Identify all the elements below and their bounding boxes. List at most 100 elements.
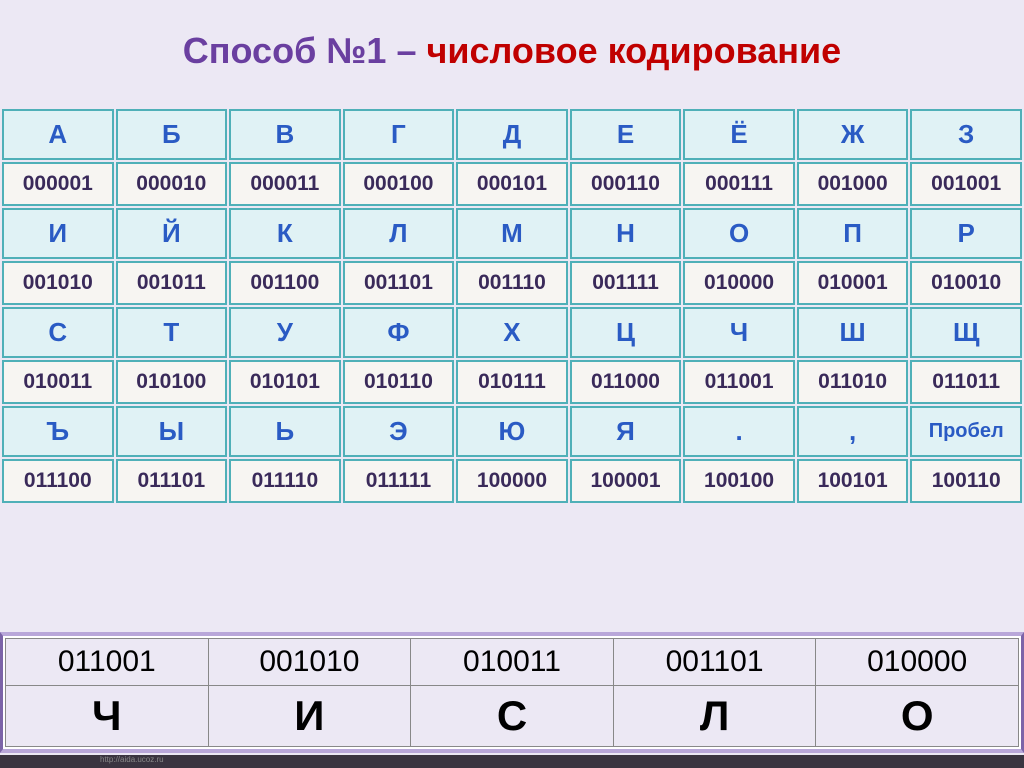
letter-cell: Ы [116,406,228,457]
code-cell: 100001 [570,459,682,503]
example-code: 010000 [816,639,1019,686]
letter-cell: С [2,307,114,358]
letter-cell: Пробел [910,406,1022,457]
code-cell: 011001 [683,360,795,404]
letter-cell: Ш [797,307,909,358]
letter-cell: Б [116,109,228,160]
code-cell: 100100 [683,459,795,503]
code-cell: 001100 [229,261,341,305]
letter-cell: , [797,406,909,457]
code-cell: 010100 [116,360,228,404]
letter-cell: Г [343,109,455,160]
code-cell: 010010 [910,261,1022,305]
letter-cell: . [683,406,795,457]
letter-cell: М [456,208,568,259]
letter-cell: К [229,208,341,259]
code-cell: 000111 [683,162,795,206]
code-cell: 100000 [456,459,568,503]
letter-cell: Х [456,307,568,358]
table-row: 000001 000010 000011 000100 000101 00011… [2,162,1022,206]
code-cell: 011100 [2,459,114,503]
code-cell: 001001 [910,162,1022,206]
code-cell: 100101 [797,459,909,503]
example-code: 011001 [6,639,209,686]
code-cell: 100110 [910,459,1022,503]
letter-cell: Ю [456,406,568,457]
code-cell: 011110 [229,459,341,503]
example-table: 011001 001010 010011 001101 010000 Ч И С… [5,638,1019,747]
example-panel: 011001 001010 010011 001101 010000 Ч И С… [0,632,1024,753]
code-cell: 001111 [570,261,682,305]
encoding-table: А Б В Г Д Е Ё Ж З 000001 000010 000011 0… [0,107,1024,505]
letter-cell: Ц [570,307,682,358]
slide: Способ №1 – числовое кодирование А Б В Г… [0,0,1024,768]
code-cell: 000100 [343,162,455,206]
table-row: С Т У Ф Х Ц Ч Ш Щ [2,307,1022,358]
code-cell: 000110 [570,162,682,206]
code-cell: 011010 [797,360,909,404]
letter-cell: П [797,208,909,259]
code-cell: 010101 [229,360,341,404]
code-cell: 011111 [343,459,455,503]
code-cell: 001010 [2,261,114,305]
letter-cell: Е [570,109,682,160]
slide-title: Способ №1 – числовое кодирование [0,30,1024,72]
letter-cell: В [229,109,341,160]
code-cell: 001101 [343,261,455,305]
letter-cell: А [2,109,114,160]
letter-cell: У [229,307,341,358]
example-letter: Ч [6,686,209,747]
code-cell: 000010 [116,162,228,206]
example-letters-row: Ч И С Л О [6,686,1019,747]
code-cell: 001000 [797,162,909,206]
code-cell: 001011 [116,261,228,305]
code-cell: 010011 [2,360,114,404]
table-row: И Й К Л М Н О П Р [2,208,1022,259]
example-code: 010011 [411,639,614,686]
letter-cell: Д [456,109,568,160]
code-cell: 011101 [116,459,228,503]
table-row: 010011 010100 010101 010110 010111 01100… [2,360,1022,404]
letter-cell: О [683,208,795,259]
example-letter: С [411,686,614,747]
letter-cell: Т [116,307,228,358]
code-cell: 011000 [570,360,682,404]
code-cell: 000001 [2,162,114,206]
example-codes-row: 011001 001010 010011 001101 010000 [6,639,1019,686]
letter-cell: Ё [683,109,795,160]
table-row: Ъ Ы Ь Э Ю Я . , Пробел [2,406,1022,457]
code-cell: 000011 [229,162,341,206]
letter-cell: Л [343,208,455,259]
code-cell: 010110 [343,360,455,404]
title-topic: числовое кодирование [426,30,841,71]
letter-cell: Й [116,208,228,259]
table-row: А Б В Г Д Е Ё Ж З [2,109,1022,160]
letter-cell: Р [910,208,1022,259]
code-cell: 011011 [910,360,1022,404]
footer-url: http://aida.ucoz.ru [0,755,1024,768]
example-code: 001101 [613,639,816,686]
title-method: Способ №1 – [183,30,427,71]
example-letter: И [208,686,411,747]
example-code: 001010 [208,639,411,686]
example-letter: Л [613,686,816,747]
code-cell: 010111 [456,360,568,404]
code-cell: 010001 [797,261,909,305]
code-cell: 000101 [456,162,568,206]
letter-cell: Щ [910,307,1022,358]
letter-cell: Э [343,406,455,457]
code-cell: 001110 [456,261,568,305]
letter-cell: Ж [797,109,909,160]
table-row: 011100 011101 011110 011111 100000 10000… [2,459,1022,503]
example-letter: О [816,686,1019,747]
letter-cell: Ь [229,406,341,457]
table-row: 001010 001011 001100 001101 001110 00111… [2,261,1022,305]
letter-cell: Ч [683,307,795,358]
letter-cell: З [910,109,1022,160]
letter-cell: Я [570,406,682,457]
letter-cell: Н [570,208,682,259]
code-cell: 010000 [683,261,795,305]
letter-cell: И [2,208,114,259]
letter-cell: Ф [343,307,455,358]
letter-cell: Ъ [2,406,114,457]
